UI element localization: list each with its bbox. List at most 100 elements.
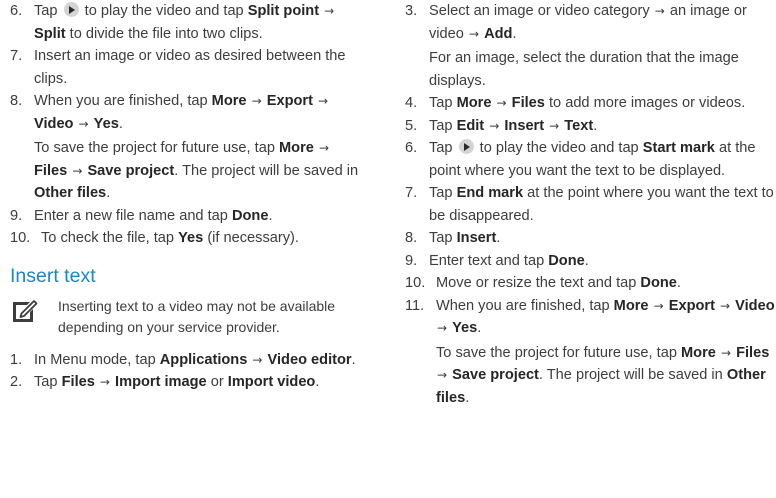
list-item: 2. Tap Files → Import image or Import vid…	[10, 371, 360, 394]
step-number: 10.	[405, 275, 426, 291]
arrow-icon: →	[720, 298, 731, 313]
step-note: To save the project for future use, tap …	[34, 137, 360, 205]
ui-term: Yes	[93, 115, 119, 132]
arrow-icon: →	[654, 4, 665, 18]
arrow-icon: →	[252, 352, 263, 367]
step-number: 7.	[10, 48, 23, 64]
step-list: 3. Select an image or video category → an…	[405, 0, 775, 409]
step-number: 4.	[405, 95, 418, 111]
step-number: 8.	[10, 93, 23, 109]
arrow-icon: →	[437, 368, 448, 382]
ui-term: Video editor	[267, 351, 352, 368]
step-number: 3.	[405, 3, 418, 19]
step-text	[491, 95, 495, 111]
arrow-icon: →	[653, 298, 664, 313]
step-text: .	[351, 351, 356, 368]
arrow-icon: →	[468, 26, 480, 41]
ui-term: Split point	[247, 3, 320, 19]
arrow-icon: →	[78, 116, 89, 131]
step-body: Tap to play the video and tap Split poin…	[34, 0, 360, 45]
ui-term: Files	[34, 162, 68, 179]
ui-term: Insert	[504, 117, 545, 134]
step-body: To check the file, tap Yes (if necessary…	[41, 227, 360, 250]
ui-term: Done	[640, 275, 677, 291]
ui-term: More	[456, 95, 492, 111]
step-number: 6.	[10, 3, 23, 19]
section-heading: Insert text	[10, 264, 96, 287]
ui-term: Import image	[115, 374, 207, 390]
ui-term: Save project	[452, 367, 539, 383]
step-body: Tap Insert.	[429, 227, 775, 250]
step-text: In Menu mode, tap	[34, 351, 160, 368]
ui-term: Applications	[159, 351, 248, 368]
ui-term: Video	[34, 115, 74, 132]
step-text: to play the video and tap	[475, 140, 643, 156]
arrow-icon: →	[324, 4, 335, 18]
arrow-icon: →	[437, 321, 448, 335]
ui-term: Files	[61, 374, 95, 390]
step-text: .	[477, 320, 482, 336]
step-text: .	[584, 252, 589, 269]
step-note: To save the project for future use, tap …	[436, 342, 775, 410]
step-body: Tap to play the video and tap Start mark…	[429, 137, 775, 182]
step-text	[73, 116, 77, 132]
step-text: .	[268, 207, 273, 224]
ui-term: More	[613, 297, 649, 314]
step-note: For an image, select the duration that t…	[429, 47, 775, 92]
step-text: (if necessary).	[203, 230, 299, 246]
step-text: Tap	[429, 140, 457, 156]
step-body: Enter text and tap Done.	[429, 250, 775, 273]
step-text: . The project will be saved in	[538, 367, 727, 383]
step-body: Enter a new file name and tap Done.	[34, 205, 360, 228]
ui-term: Export	[668, 297, 715, 314]
step-body: When you are finished, tap More → Export…	[436, 295, 775, 340]
step-body: In Menu mode, tap Applications → Video e…	[34, 349, 360, 372]
step-text: .	[315, 374, 320, 390]
step-text: Enter text and tap	[429, 252, 549, 269]
list-item: 10. To check the file, tap Yes (if necess…	[10, 227, 360, 250]
step-text	[649, 298, 653, 314]
step-body: When you are finished, tap More → Export…	[34, 90, 360, 135]
note-box: Inserting text to a video may not be ava…	[10, 296, 360, 338]
step-text: Tap	[429, 117, 457, 134]
arrow-icon: →	[720, 345, 731, 360]
step-text: Move or resize the text and tap	[436, 275, 641, 291]
ui-term: Add	[484, 25, 513, 42]
step-text: or	[206, 374, 228, 390]
step-text: to play the video and tap	[80, 3, 248, 19]
list-item: 10. Move or resize the text and tap Done.	[405, 272, 775, 295]
ui-term: Video	[735, 297, 775, 314]
note-pencil-icon	[13, 299, 38, 322]
step-body: Tap Edit → Insert → Text.	[429, 115, 775, 138]
ui-term: Done	[548, 252, 585, 269]
step-body: Select an image or video category → an i…	[429, 0, 775, 45]
ui-term: Yes	[178, 230, 204, 246]
step-number: 5.	[405, 117, 418, 134]
step-text: To check the file, tap	[41, 230, 179, 246]
arrow-icon: →	[72, 163, 83, 178]
arrow-icon: →	[251, 94, 262, 108]
step-text: .	[593, 117, 598, 134]
ui-term: Split	[34, 25, 66, 42]
ui-term: Edit	[456, 117, 485, 134]
step-text: Enter a new file name and tap	[34, 207, 232, 224]
step-text: Tap	[429, 230, 457, 246]
step-list: 6. Tap to play the video and tap Split po…	[10, 0, 360, 250]
arrow-icon: →	[318, 141, 329, 155]
step-text: When you are finished, tap	[436, 297, 614, 314]
step-body: Tap More → Files to add more images or v…	[429, 92, 775, 115]
step-number: 6.	[405, 140, 418, 156]
step-text: To save the project for future use, tap	[34, 140, 279, 156]
step-text: .	[496, 230, 501, 246]
step-text: to add more images or videos.	[544, 95, 746, 111]
list-item: 6. Tap to play the video and tap Split po…	[10, 0, 360, 45]
list-item: 1. In Menu mode, tap Applications → Video…	[10, 349, 360, 372]
ui-term: Text	[564, 117, 594, 134]
step-text: Tap	[429, 185, 457, 201]
list-item: 11. When you are finished, tap More → Exp…	[405, 295, 775, 410]
list-item: 7. Tap End mark at the point where you wa…	[405, 182, 775, 227]
step-text: Select an image or video category	[429, 3, 654, 19]
step-text: .	[512, 25, 517, 42]
step-number: 9.	[405, 252, 418, 269]
ui-term: More	[279, 140, 314, 156]
